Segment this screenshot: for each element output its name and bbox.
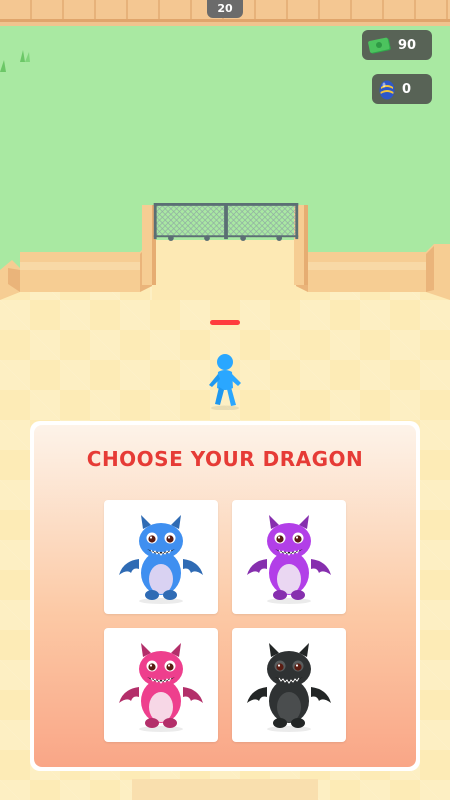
dragon-egg-icon [378, 78, 396, 100]
dragon-option-blue[interactable] [104, 500, 218, 614]
grass-tuft-icon [20, 50, 30, 62]
dialog-title: CHOOSE YOUR DRAGON [86, 447, 364, 471]
gate-path [152, 240, 300, 300]
money-counter: 90 [362, 30, 432, 60]
dragon-option-purple[interactable] [232, 500, 346, 614]
purple-dragon-icon [241, 509, 337, 605]
blue-dragon-icon [113, 509, 209, 605]
money-value: 90 [398, 37, 417, 53]
choose-dragon-dialog: CHOOSE YOUR DRAGON [30, 421, 420, 771]
target-marker [210, 320, 240, 325]
dragon-option-black[interactable] [232, 628, 346, 742]
player-character [209, 354, 241, 410]
dragon-option-pink[interactable] [104, 628, 218, 742]
egg-value: 0 [402, 81, 412, 97]
wall-left [0, 240, 152, 300]
chain-fence [153, 203, 299, 241]
grass-tuft-icon [0, 60, 6, 72]
egg-counter: 0 [372, 74, 432, 104]
black-dragon-icon [241, 637, 337, 733]
cash-icon [368, 36, 392, 54]
wall-right [296, 240, 450, 300]
level-indicator: 20 [207, 0, 243, 18]
pink-dragon-icon [113, 637, 209, 733]
